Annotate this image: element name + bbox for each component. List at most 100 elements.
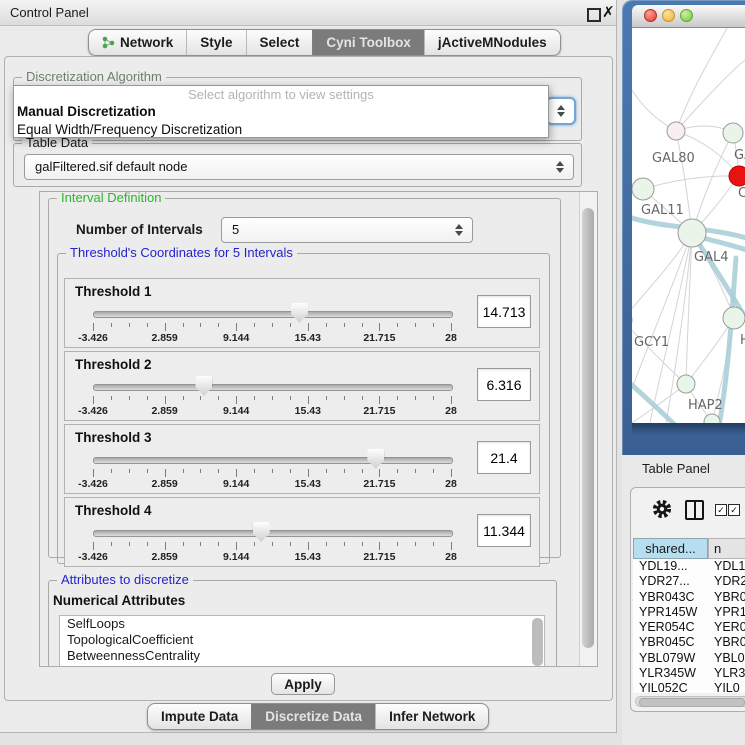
slider-track[interactable] — [93, 311, 453, 318]
slider-track[interactable] — [93, 384, 453, 391]
algorithm-combobox[interactable] — [546, 97, 576, 125]
close-icon[interactable]: ✗ — [602, 3, 615, 23]
threshold-label: Threshold 1 — [75, 284, 152, 299]
list-item[interactable]: SelfLoops — [60, 616, 544, 632]
slider-tick — [93, 323, 94, 331]
table-row[interactable]: YIL052CYIL0 — [633, 681, 745, 693]
axis-tick-label: 9.144 — [223, 478, 249, 490]
network-node[interactable] — [704, 414, 720, 423]
slider-tick — [397, 469, 398, 473]
settings-scroll-viewport: Interval Definition Number of Intervals … — [39, 191, 598, 667]
algorithm-option[interactable]: Equal Width/Frequency Discretization — [14, 121, 548, 139]
slider-thumb[interactable] — [195, 376, 212, 396]
network-canvas[interactable]: GAL80GALCGAL11GAL4GCY1HHAP2 — [632, 28, 745, 423]
slider-thumb[interactable] — [253, 522, 270, 542]
threshold-value-input[interactable] — [477, 441, 531, 474]
horizontal-scrollbar[interactable] — [635, 696, 745, 707]
cell-name: YER0 — [708, 620, 745, 635]
node-label: GAL — [734, 148, 745, 163]
slider-tick — [362, 542, 363, 546]
list-item[interactable]: TopologicalCoefficient — [60, 632, 544, 648]
slider-tick — [111, 323, 112, 327]
vertical-scrollbar[interactable] — [579, 192, 597, 666]
threshold-value-input[interactable] — [477, 295, 531, 328]
tab-infer-network[interactable]: Infer Network — [375, 704, 488, 729]
table-row[interactable]: YBR045CYBR0 — [633, 635, 745, 650]
slider-tick — [272, 542, 273, 546]
control-panel-window: Control Panel ✗ NetworkStyleSelectCyni T… — [0, 0, 617, 733]
list-scrollbar-thumb[interactable] — [532, 618, 543, 666]
slider-track[interactable] — [93, 530, 453, 537]
num-intervals-combobox[interactable]: 5 — [221, 217, 473, 243]
threshold-value-input[interactable] — [477, 514, 531, 547]
slider-thumb[interactable] — [367, 449, 384, 469]
table-row[interactable]: YBR043CYBR0 — [633, 590, 745, 605]
close-traffic-light[interactable] — [644, 9, 657, 22]
table-row[interactable]: YDL19...YDL1 — [633, 559, 745, 574]
threshold-panel: Threshold 2-3.4262.8599.14415.4321.71528 — [64, 351, 540, 421]
apply-button[interactable]: Apply — [271, 673, 335, 695]
network-node[interactable] — [729, 166, 745, 186]
checkbox-icon[interactable]: ✓ — [715, 504, 727, 516]
table-row[interactable]: YDR27...YDR2 — [633, 574, 745, 589]
threshold-label: Threshold 3 — [75, 430, 152, 445]
axis-tick-label: 2.859 — [151, 478, 177, 490]
network-node[interactable] — [667, 122, 685, 140]
table-row[interactable]: YLR345WYLR3 — [633, 666, 745, 681]
checkbox-icon[interactable]: ✓ — [728, 504, 740, 516]
minimize-traffic-light[interactable] — [662, 9, 675, 22]
tab-network[interactable]: Network — [89, 30, 186, 55]
slider-thumb[interactable] — [291, 303, 308, 323]
slider-tick — [344, 323, 345, 327]
network-node[interactable] — [678, 219, 706, 247]
cell-shared-name: YPR145W — [633, 605, 708, 620]
tab-style[interactable]: Style — [186, 30, 245, 55]
slider-tick — [147, 469, 148, 473]
tab-cyni-toolbox[interactable]: Cyni Toolbox — [312, 30, 424, 55]
list-item[interactable]: BetweennessCentrality — [60, 648, 544, 664]
slider-tick — [93, 396, 94, 404]
axis-tick-label: 15.43 — [295, 551, 321, 563]
screen: Control Panel ✗ NetworkStyleSelectCyni T… — [0, 0, 745, 745]
slider-track[interactable] — [93, 457, 453, 464]
network-node[interactable] — [723, 307, 745, 329]
tab-jactivemnodules[interactable]: jActiveMNodules — [424, 30, 560, 55]
table-row[interactable]: YPR145WYPR1 — [633, 605, 745, 620]
top-tab-strip: NetworkStyleSelectCyni Toolbox jActiveMNo… — [88, 29, 561, 56]
tab-label: jActiveMNodules — [438, 35, 547, 50]
column-header-name[interactable]: n — [708, 538, 745, 559]
axis-tick-label: 9.144 — [223, 332, 249, 344]
network-node[interactable] — [723, 123, 743, 143]
slider-tick — [362, 396, 363, 400]
threshold-panel: Threshold 3-3.4262.8599.14415.4321.71528 — [64, 424, 540, 494]
zoom-traffic-light[interactable] — [680, 9, 693, 22]
axis-tick-label: 21.715 — [363, 478, 395, 490]
slider-tick — [147, 542, 148, 546]
threshold-panel: Threshold 1-3.4262.8599.14415.4321.71528 — [64, 278, 540, 348]
table-row[interactable]: YER054CYER0 — [633, 620, 745, 635]
slider-tick — [111, 396, 112, 400]
column-header-shared-name[interactable]: shared... — [633, 538, 708, 559]
network-node[interactable] — [677, 375, 695, 393]
horizontal-scrollbar-thumb[interactable] — [639, 698, 745, 707]
slider-tick — [129, 396, 130, 400]
vertical-scrollbar-thumb[interactable] — [582, 208, 594, 648]
table-data-combobox[interactable]: galFiltered.sif default node — [24, 154, 574, 180]
table-row[interactable]: YBL079WYBL0 — [633, 651, 745, 666]
algorithm-option[interactable]: Manual Discretization — [14, 103, 548, 121]
node-label: HAP2 — [688, 398, 723, 413]
gear-icon[interactable] — [651, 498, 673, 520]
network-edge — [676, 60, 745, 131]
tab-discretize-data[interactable]: Discretize Data — [251, 704, 375, 729]
float-window-icon[interactable] — [587, 8, 601, 22]
tab-select[interactable]: Select — [246, 30, 313, 55]
network-edge — [643, 176, 739, 189]
slider-tick — [308, 542, 309, 550]
cyni-toolbox-panel: Discretization Algorithm Select algorith… — [4, 56, 613, 701]
threshold-value-input[interactable] — [477, 368, 531, 401]
columns-icon[interactable] — [685, 500, 704, 520]
tab-impute-data[interactable]: Impute Data — [148, 704, 251, 729]
tab-label: Discretize Data — [265, 709, 362, 724]
axis-tick-label: 21.715 — [363, 551, 395, 563]
network-node[interactable] — [632, 178, 654, 200]
